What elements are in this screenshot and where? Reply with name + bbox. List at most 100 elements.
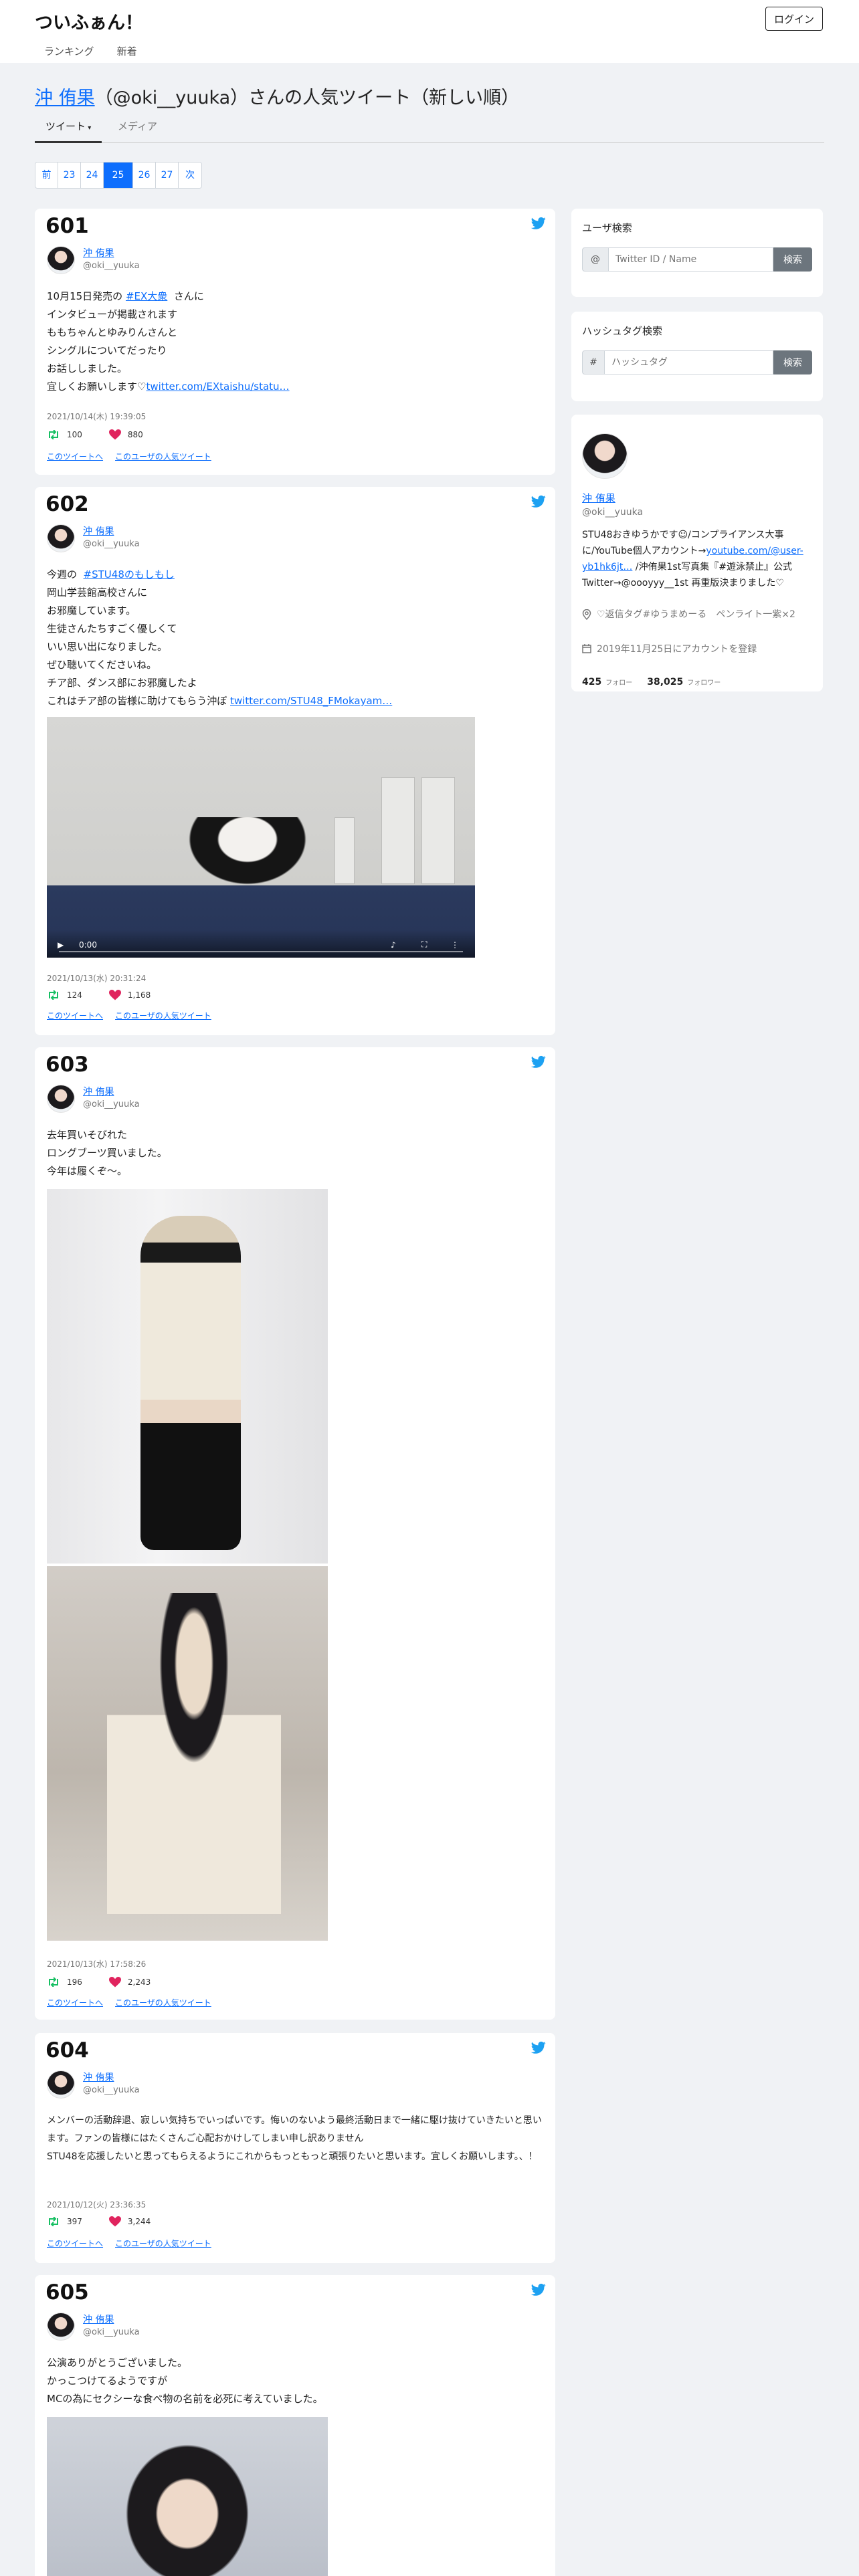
twitter-bird-icon[interactable] — [531, 2283, 546, 2296]
tweet-url-link[interactable]: twitter.com/STU48_FMokayam… — [230, 695, 392, 707]
tweet-date: 2021/10/12(火) 23:36:35 — [47, 2200, 147, 2210]
retweet-icon — [49, 1977, 58, 1987]
tweet-photo[interactable] — [47, 2417, 328, 2576]
page-next[interactable]: 次 — [179, 163, 201, 188]
profile-id: @oki__yuuka — [582, 507, 644, 518]
volume-icon[interactable]: ♪ — [391, 940, 396, 950]
tweet-rank: 603 — [45, 1053, 89, 1077]
video-controls — [47, 930, 475, 958]
photo-person — [140, 1216, 241, 1550]
calendar-icon — [582, 644, 591, 653]
photo-person — [107, 2430, 268, 2576]
more-options-icon[interactable]: ⋮ — [451, 940, 459, 950]
retweet-count: 124 — [67, 990, 82, 1000]
tweet-photo[interactable] — [47, 1189, 328, 1564]
avatar[interactable] — [47, 2070, 75, 2099]
login-button[interactable]: ログイン — [765, 7, 823, 31]
retweet-icon — [49, 990, 58, 1000]
site-brand[interactable]: ついふぁん！ — [35, 8, 143, 34]
joined-text: 2019年11月25日にアカウントを登録 — [597, 644, 757, 655]
user-popular-link[interactable]: このユーザの人気ツイート — [115, 2238, 211, 2249]
nav-ranking[interactable]: ランキング — [44, 44, 94, 58]
followers-label: フォロワー — [687, 679, 721, 687]
at-prefix: @ — [582, 247, 609, 272]
tweet-card: 601 沖 侑果 @oki__yuuka 10月15日発売の #EX大衆 さんに… — [35, 209, 555, 475]
tweet-card: 602 沖 侑果 @oki__yuuka 今週の #STU48のもしもし 岡山学… — [35, 487, 555, 1035]
avatar[interactable] — [47, 524, 75, 552]
video-scene — [335, 817, 355, 884]
page-prev[interactable]: 前 — [35, 163, 58, 188]
avatar[interactable] — [47, 1085, 75, 1113]
tweet-user-link[interactable]: 沖 侑果 — [83, 246, 114, 259]
fullscreen-icon[interactable]: ⛶ — [421, 940, 427, 950]
tweet-date: 2021/10/13(水) 20:31:24 — [47, 974, 147, 983]
page-title: 沖 侑果（@oki__yuuka）さんの人気ツイート（新しい順） — [35, 83, 519, 109]
nav-new[interactable]: 新着 — [117, 44, 137, 58]
user-popular-link[interactable]: このユーザの人気ツイート — [115, 451, 211, 462]
user-search-panel: ユーザ検索 @ 検索 — [571, 209, 823, 297]
tweet-stats: 100 880 — [47, 429, 143, 440]
heart-icon — [108, 429, 121, 440]
profile-name-link[interactable]: 沖 侑果 — [582, 491, 615, 505]
title-user-link[interactable]: 沖 侑果 — [35, 88, 95, 108]
user-popular-link[interactable]: このユーザの人気ツイート — [115, 1010, 211, 1021]
main-nav: ランキング 新着 — [44, 44, 137, 58]
tab-tweets[interactable]: ツイート — [35, 116, 102, 143]
tweet-text: 今週の #STU48のもしもし 岡山学芸館高校さんに お邪魔しています。 生徒さ… — [47, 566, 545, 710]
page-24[interactable]: 24 — [81, 163, 104, 188]
hashtag-search-input[interactable] — [605, 350, 773, 374]
user-popular-link[interactable]: このユーザの人気ツイート — [115, 1997, 211, 2008]
tweet-links: このツイートへ このユーザの人気ツイート — [47, 2238, 211, 2249]
hashtag-search-button[interactable]: 検索 — [773, 350, 812, 374]
tweet-url-link[interactable]: twitter.com/EXtaishu/statu… — [146, 381, 289, 393]
retweet-count: 100 — [67, 430, 82, 439]
tweet-text-part: 10月15日発売の — [47, 290, 126, 302]
hashtag-search-form: # 検索 — [582, 350, 812, 374]
avatar[interactable] — [47, 246, 75, 274]
open-tweet-link[interactable]: このツイートへ — [47, 1010, 103, 1021]
page-23[interactable]: 23 — [58, 163, 81, 188]
open-tweet-link[interactable]: このツイートへ — [47, 2238, 103, 2249]
tweet-user-link[interactable]: 沖 侑果 — [83, 524, 114, 538]
twitter-bird-icon[interactable] — [531, 495, 546, 508]
twitter-bird-icon[interactable] — [531, 2041, 546, 2054]
tweet-user-link[interactable]: 沖 侑果 — [83, 2313, 114, 2326]
video-progress-bar[interactable] — [59, 951, 463, 952]
tab-media[interactable]: メディア — [107, 116, 168, 143]
page-27[interactable]: 27 — [156, 163, 179, 188]
like-count: 1,168 — [127, 990, 151, 1000]
tweet-user-id: @oki__yuuka — [83, 2327, 140, 2337]
tweet-photo[interactable] — [47, 1566, 328, 1941]
open-tweet-link[interactable]: このツイートへ — [47, 1997, 103, 2008]
tweet-user-link[interactable]: 沖 侑果 — [83, 1085, 114, 1098]
tweet-video[interactable]: ▶ 0:00 ♪ ⛶ ⋮ — [47, 717, 475, 958]
profile-avatar[interactable] — [582, 433, 628, 479]
video-dancers — [181, 817, 314, 891]
tweet-date: 2021/10/13(水) 17:58:26 — [47, 1959, 147, 1969]
twitter-bird-icon[interactable] — [531, 1055, 546, 1069]
location-pin-icon — [582, 609, 591, 620]
tab-bar: ツイート メディア — [35, 116, 824, 143]
profile-card: 沖 侑果 @oki__yuuka STU48おきゆうかです☺︎/コンプライアンス… — [571, 415, 823, 691]
profile-joined: 2019年11月25日にアカウントを登録 — [582, 642, 815, 657]
twitter-bird-icon[interactable] — [531, 217, 546, 230]
tweet-links: このツイートへ このユーザの人気ツイート — [47, 1010, 211, 1021]
hashtag-search-panel: ハッシュタグ検索 # 検索 — [571, 312, 823, 401]
tweet-text: 去年買いそびれた ロングブーツ買いました。 今年は履くぞ〜。 — [47, 1129, 167, 1177]
tweet-rank: 604 — [45, 2038, 89, 2062]
page-26[interactable]: 26 — [133, 163, 156, 188]
user-search-input[interactable] — [609, 247, 773, 272]
page-25-current[interactable]: 25 — [104, 163, 133, 188]
hashtag-link[interactable]: #STU48のもしもし — [84, 568, 175, 580]
tweet-user-link[interactable]: 沖 侑果 — [83, 2070, 114, 2084]
hashtag-search-title: ハッシュタグ検索 — [582, 325, 663, 337]
following-count: 425 — [582, 677, 602, 687]
like-count: 880 — [127, 430, 143, 439]
play-icon[interactable]: ▶ — [58, 940, 64, 950]
open-tweet-link[interactable]: このツイートへ — [47, 451, 103, 462]
user-search-button[interactable]: 検索 — [773, 247, 812, 272]
tweet-rank: 602 — [45, 492, 89, 516]
hashtag-link[interactable]: #EX大衆 — [126, 290, 167, 302]
tweet-card: 605 沖 侑果 @oki__yuuka 公演ありがとうございました。 かっこつ… — [35, 2275, 555, 2576]
avatar[interactable] — [47, 2313, 75, 2341]
